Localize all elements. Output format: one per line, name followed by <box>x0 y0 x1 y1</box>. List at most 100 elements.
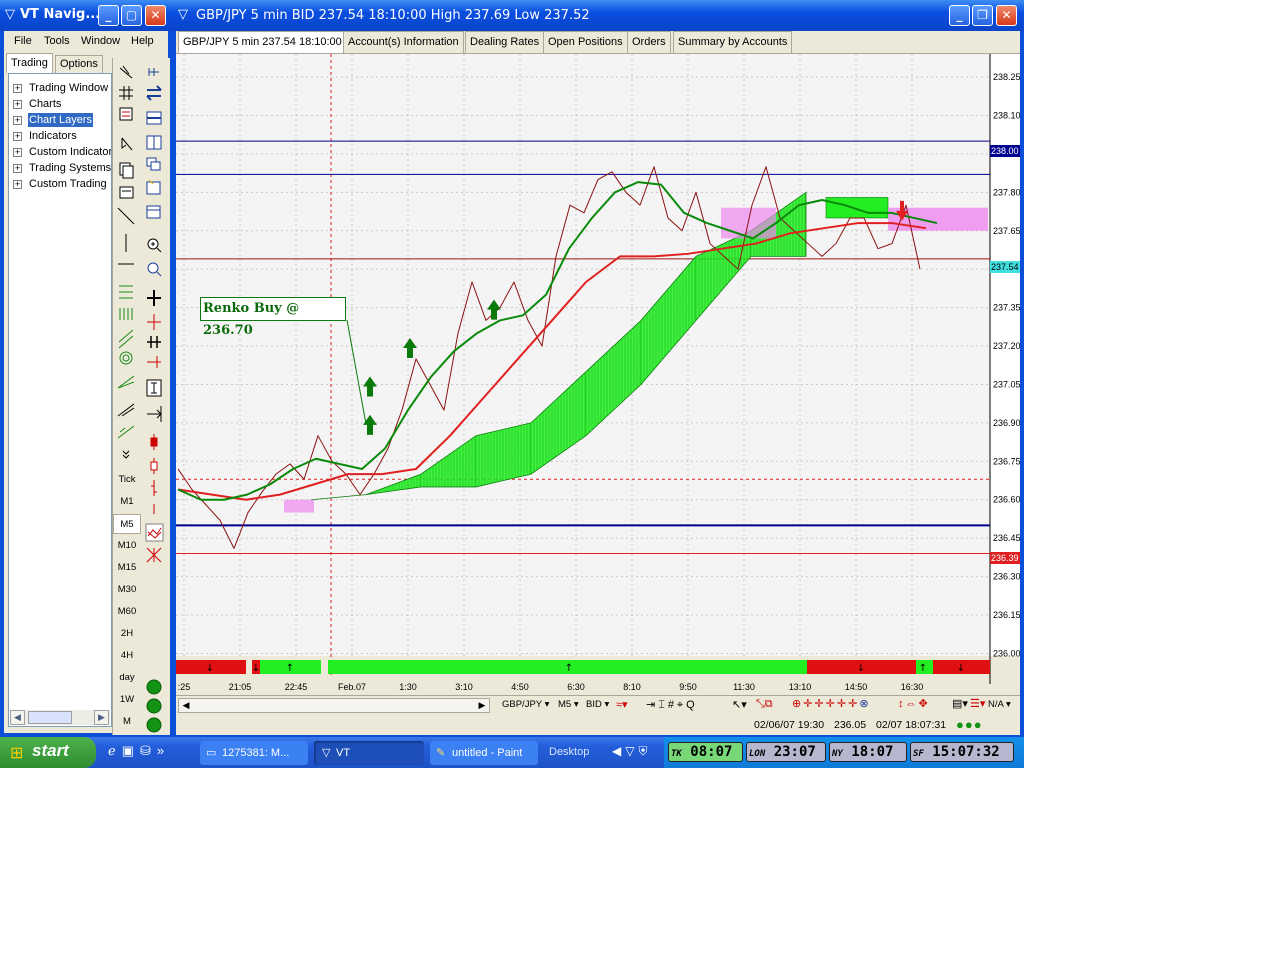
desktop-toolbar[interactable]: Desktop <box>549 746 589 758</box>
timeframe-day[interactable]: day <box>113 668 141 688</box>
parallel-channel-icon <box>118 329 134 349</box>
zoom-tool-icons[interactable]: ⊕✛✛✛✛✛⊗ <box>792 697 871 710</box>
maximize-icon[interactable]: ▢ <box>121 5 142 26</box>
x-tick-label: 9:50 <box>679 682 697 692</box>
tab-orders[interactable]: Orders <box>627 31 671 53</box>
gann-fan-icon <box>117 375 135 389</box>
minimize-icon[interactable]: _ <box>949 5 970 26</box>
close-icon[interactable]: ✕ <box>996 5 1017 26</box>
expand-icon[interactable]: + <box>13 100 22 109</box>
menu-help[interactable]: Help <box>131 31 154 51</box>
candle-hollow-icon <box>150 458 158 474</box>
tab-dealing-rates[interactable]: Dealing Rates <box>465 31 545 53</box>
taskbar-button-1[interactable]: ▭ 1275381: M... <box>200 741 308 765</box>
timeframe-m1[interactable]: M1 <box>113 492 141 512</box>
start-button[interactable]: ⊞ start <box>0 737 96 768</box>
timeframe-m15[interactable]: M15 <box>113 558 141 578</box>
tray-icons[interactable]: ◀▽⛨ <box>612 744 651 759</box>
scroll-right-icon[interactable]: ▶ <box>94 710 109 725</box>
renko-buy-annotation: Renko Buy @ 236.70 <box>200 297 346 338</box>
tab-trading[interactable]: Trading <box>6 53 53 73</box>
text-cursor-icon <box>146 379 162 397</box>
timeframe-month[interactable]: M <box>113 712 141 732</box>
menu-tools[interactable]: Tools <box>44 31 70 51</box>
timeframe-m60[interactable]: M60 <box>113 602 141 622</box>
timeframe-4h[interactable]: 4H <box>113 646 141 666</box>
restore-icon[interactable]: ❐ <box>972 5 993 26</box>
draw-tool-icons[interactable]: ⤡⧉ <box>756 698 773 711</box>
paint-icon: ✎ <box>436 747 446 759</box>
zoom-level-dropdown[interactable]: N/A ▾ <box>988 699 1011 710</box>
tab-options[interactable]: Options <box>55 55 103 73</box>
tab-accounts[interactable]: Account(s) Information <box>343 31 464 53</box>
expand-icon[interactable]: + <box>13 164 22 173</box>
minimize-icon[interactable]: _ <box>98 5 119 26</box>
scale-tool-icons[interactable]: ↕⇔✥ <box>898 697 930 710</box>
x-tick-label: :25 <box>178 682 191 692</box>
chart-titlebar[interactable]: ▽ GBP/JPY 5 min BID 237.54 18:10:00 High… <box>172 0 1024 31</box>
cascade-icon <box>146 157 161 171</box>
symbol-dropdown[interactable]: GBP/JPY ▾ <box>502 699 549 710</box>
chart-tool-icons[interactable]: ⇥⌶#⌖Q <box>646 698 698 712</box>
connection-status-icon: ●●● <box>956 717 983 732</box>
tree-hscrollbar[interactable]: ◀ ▶ <box>10 710 110 725</box>
scroll-left-icon[interactable]: ◀ <box>179 698 193 713</box>
timeframe-tick[interactable]: Tick <box>113 470 141 490</box>
chart-hscroll[interactable]: ◀ ▶ <box>178 698 490 713</box>
tree-item-indicators[interactable]: + Indicators <box>9 128 111 144</box>
timeframe-m5[interactable]: M5 <box>113 514 141 534</box>
timeframe-dropdown[interactable]: M5 ▾ <box>558 699 579 710</box>
tree-item-trading-window[interactable]: + Trading Window <box>9 80 111 96</box>
expand-icon[interactable]: + <box>13 180 22 189</box>
layout-horizontal-icon <box>146 111 162 125</box>
y-tick-label: 238.10 <box>993 110 1020 120</box>
expand-icon[interactable]: + <box>13 116 22 125</box>
expand-icon[interactable]: + <box>13 148 22 157</box>
chart-tabs: GBP/JPY 5 min 237.54 18:10:00 Account(s)… <box>176 31 1020 54</box>
tree-item-chart-layers[interactable]: + Chart Layers <box>9 112 111 128</box>
tab-summary[interactable]: Summary by Accounts <box>673 31 793 53</box>
clock-tokyo: TK 08:07 <box>668 742 743 762</box>
andrews-pitchfork-icon <box>117 403 135 417</box>
tree-item-custom-trading[interactable]: + Custom Trading <box>9 176 111 192</box>
channel-icon <box>119 285 133 299</box>
layout-vertical-icon <box>146 135 162 150</box>
scroll-right-icon[interactable]: ▶ <box>475 698 489 713</box>
tree-item-custom-indicator[interactable]: + Custom Indicator <box>9 144 111 160</box>
plot-background <box>176 54 990 656</box>
price-type-dropdown[interactable]: BID ▾ <box>586 699 609 710</box>
select-arrow-icon <box>119 65 133 79</box>
properties-icon <box>119 107 133 121</box>
taskbar-button-paint[interactable]: ✎ untitled - Paint <box>430 741 538 765</box>
taskbar-button-vt[interactable]: ▽ VT <box>314 741 424 765</box>
chart-statusbar: 02/06/07 19:30 236.05 02/07 18:07:31 ●●● <box>176 715 1020 735</box>
menu-window[interactable]: Window <box>81 31 120 51</box>
regression-icon <box>117 425 135 439</box>
close-icon[interactable]: ✕ <box>145 5 166 26</box>
navigator-titlebar[interactable]: ▽ VT Navig... _ ▢ ✕ <box>0 0 172 31</box>
scroll-left-icon[interactable]: ◀ <box>10 710 25 725</box>
tree-item-charts[interactable]: + Charts <box>9 96 111 112</box>
tree-item-trading-systems[interactable]: + Trading Systems <box>9 160 111 176</box>
period-separator-icon <box>147 406 162 422</box>
clock-newyork: NY 18:07 <box>829 742 907 762</box>
timeframe-m30[interactable]: M30 <box>113 580 141 600</box>
y-tick-label: 236.00 <box>993 648 1020 658</box>
cursor-tool-icon[interactable]: ↖▾ <box>732 698 747 711</box>
quicklaunch-icons[interactable]: ℯ▣⛁» <box>108 743 170 759</box>
timeframe-2h[interactable]: 2H <box>113 624 141 644</box>
expand-icon[interactable]: + <box>13 132 22 141</box>
tab-chart[interactable]: GBP/JPY 5 min 237.54 18:10:00 <box>178 31 347 53</box>
scroll-thumb[interactable] <box>28 711 72 724</box>
more-tools-icon <box>122 450 130 459</box>
line-style-icon[interactable]: ☰▾ <box>970 697 985 710</box>
price-chart[interactable]: 238.25238.10237.95237.80237.65237.50237.… <box>176 54 1020 696</box>
template-icon[interactable]: ▤▾ <box>952 697 968 710</box>
y-tick-label: 237.80 <box>993 187 1020 197</box>
tab-open-positions[interactable]: Open Positions <box>543 31 628 53</box>
timeframe-m10[interactable]: M10 <box>113 536 141 556</box>
indicator-icon[interactable]: ≈▾ <box>616 698 628 711</box>
menu-file[interactable]: File <box>14 31 32 51</box>
expand-icon[interactable]: + <box>13 84 22 93</box>
timeframe-1w[interactable]: 1W <box>113 690 141 710</box>
